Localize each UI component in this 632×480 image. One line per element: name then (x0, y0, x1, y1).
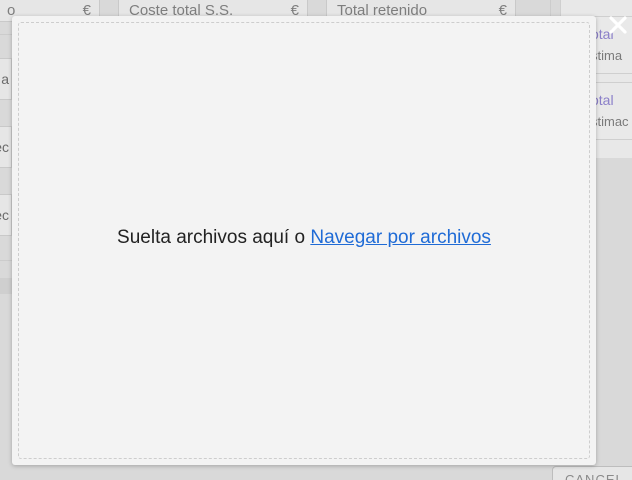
close-icon (609, 16, 627, 34)
bg-divider (0, 34, 12, 35)
bg-divider (0, 260, 12, 261)
dropzone-text: Suelta archivos aquí o (117, 227, 311, 248)
bg-left-row-1: a (0, 58, 12, 100)
bg-left-row-3-text: ec (0, 207, 9, 223)
file-dropzone[interactable]: Suelta archivos aquí o Navegar por archi… (18, 22, 590, 459)
bg-left-row-1-text: a (1, 71, 9, 87)
browse-files-link[interactable]: Navegar por archivos (310, 227, 491, 248)
dropzone-message: Suelta archivos aquí o Navegar por archi… (19, 227, 589, 249)
bg-cancel-button: CANCEL (552, 466, 632, 480)
bg-divider (0, 278, 12, 294)
bg-left-row-2: ec (0, 126, 12, 168)
bg-left-row-3: ec (0, 194, 12, 236)
close-button[interactable] (608, 14, 628, 36)
bg-right-card-2-sub: stimac (591, 114, 629, 129)
upload-modal: Suelta archivos aquí o Navegar por archi… (12, 16, 596, 465)
bg-left-row-2-text: ec (0, 139, 9, 155)
